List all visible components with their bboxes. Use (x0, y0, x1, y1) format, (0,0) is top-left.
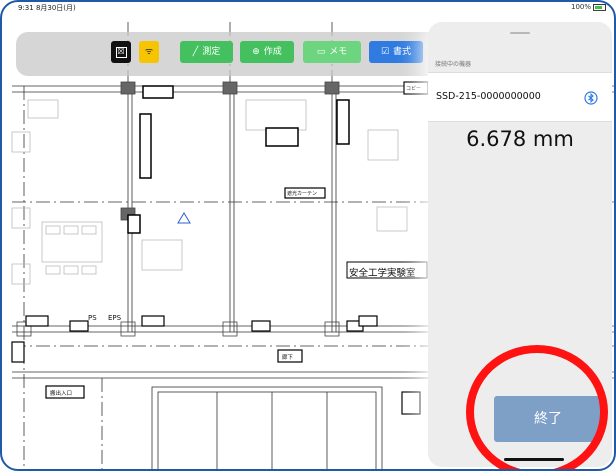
battery-percent: 100% (570, 3, 591, 11)
bluetooth-icon (584, 90, 598, 109)
connection-button[interactable]: ᯤ (139, 41, 159, 63)
panel-drag-handle[interactable] (510, 32, 530, 34)
ps-label: PS (88, 314, 97, 322)
edit-icon: ☑ (380, 47, 390, 57)
close-icon: ☒ (115, 47, 127, 58)
status-time: 9:31 8月30日(月) (18, 4, 76, 12)
format-button[interactable]: ☑ 書式 (369, 41, 423, 63)
format-button-label: 書式 (393, 47, 412, 57)
eps-label: EPS (108, 314, 122, 322)
measurement-value: 6.678 mm (466, 127, 574, 151)
ruler-icon: ╱ (192, 47, 199, 57)
curtain-label: 遮光カーテン (287, 191, 318, 197)
create-button[interactable]: ⊕ 作成 (240, 41, 294, 63)
highlight-circle-annotation (466, 345, 608, 469)
memo-icon: ▭ (316, 47, 326, 57)
tablet-frame: 9:31 8月30日(月) 100% 安全工学実験室 コピー 廊下 搬出入口 遮… (0, 0, 616, 471)
memo-button[interactable]: ▭ メモ (303, 41, 361, 63)
corridor-label: 廊下 (282, 355, 294, 361)
status-bar: 9:31 8月30日(月) 100% (2, 2, 614, 14)
entrance-label: 搬出入口 (50, 391, 73, 397)
measure-button-label: 測定 (202, 47, 221, 57)
room-label: 安全工学実験室 (349, 268, 416, 279)
measure-button[interactable]: ╱ 測定 (180, 41, 233, 63)
battery-icon (593, 3, 606, 11)
connected-device-heading: 接続中の機器 (435, 61, 472, 68)
memo-button-label: メモ (329, 47, 348, 57)
wifi-icon: ᯤ (144, 47, 154, 57)
plus-icon: ⊕ (252, 47, 260, 57)
battery-indicator: 100% (571, 3, 606, 11)
create-button-label: 作成 (263, 47, 282, 57)
connected-device-row[interactable]: SSD-215-0000000000 (428, 72, 612, 122)
copy-label: コピー (406, 86, 422, 92)
close-button[interactable]: ☒ (111, 41, 131, 63)
device-name: SSD-215-0000000000 (436, 91, 541, 102)
